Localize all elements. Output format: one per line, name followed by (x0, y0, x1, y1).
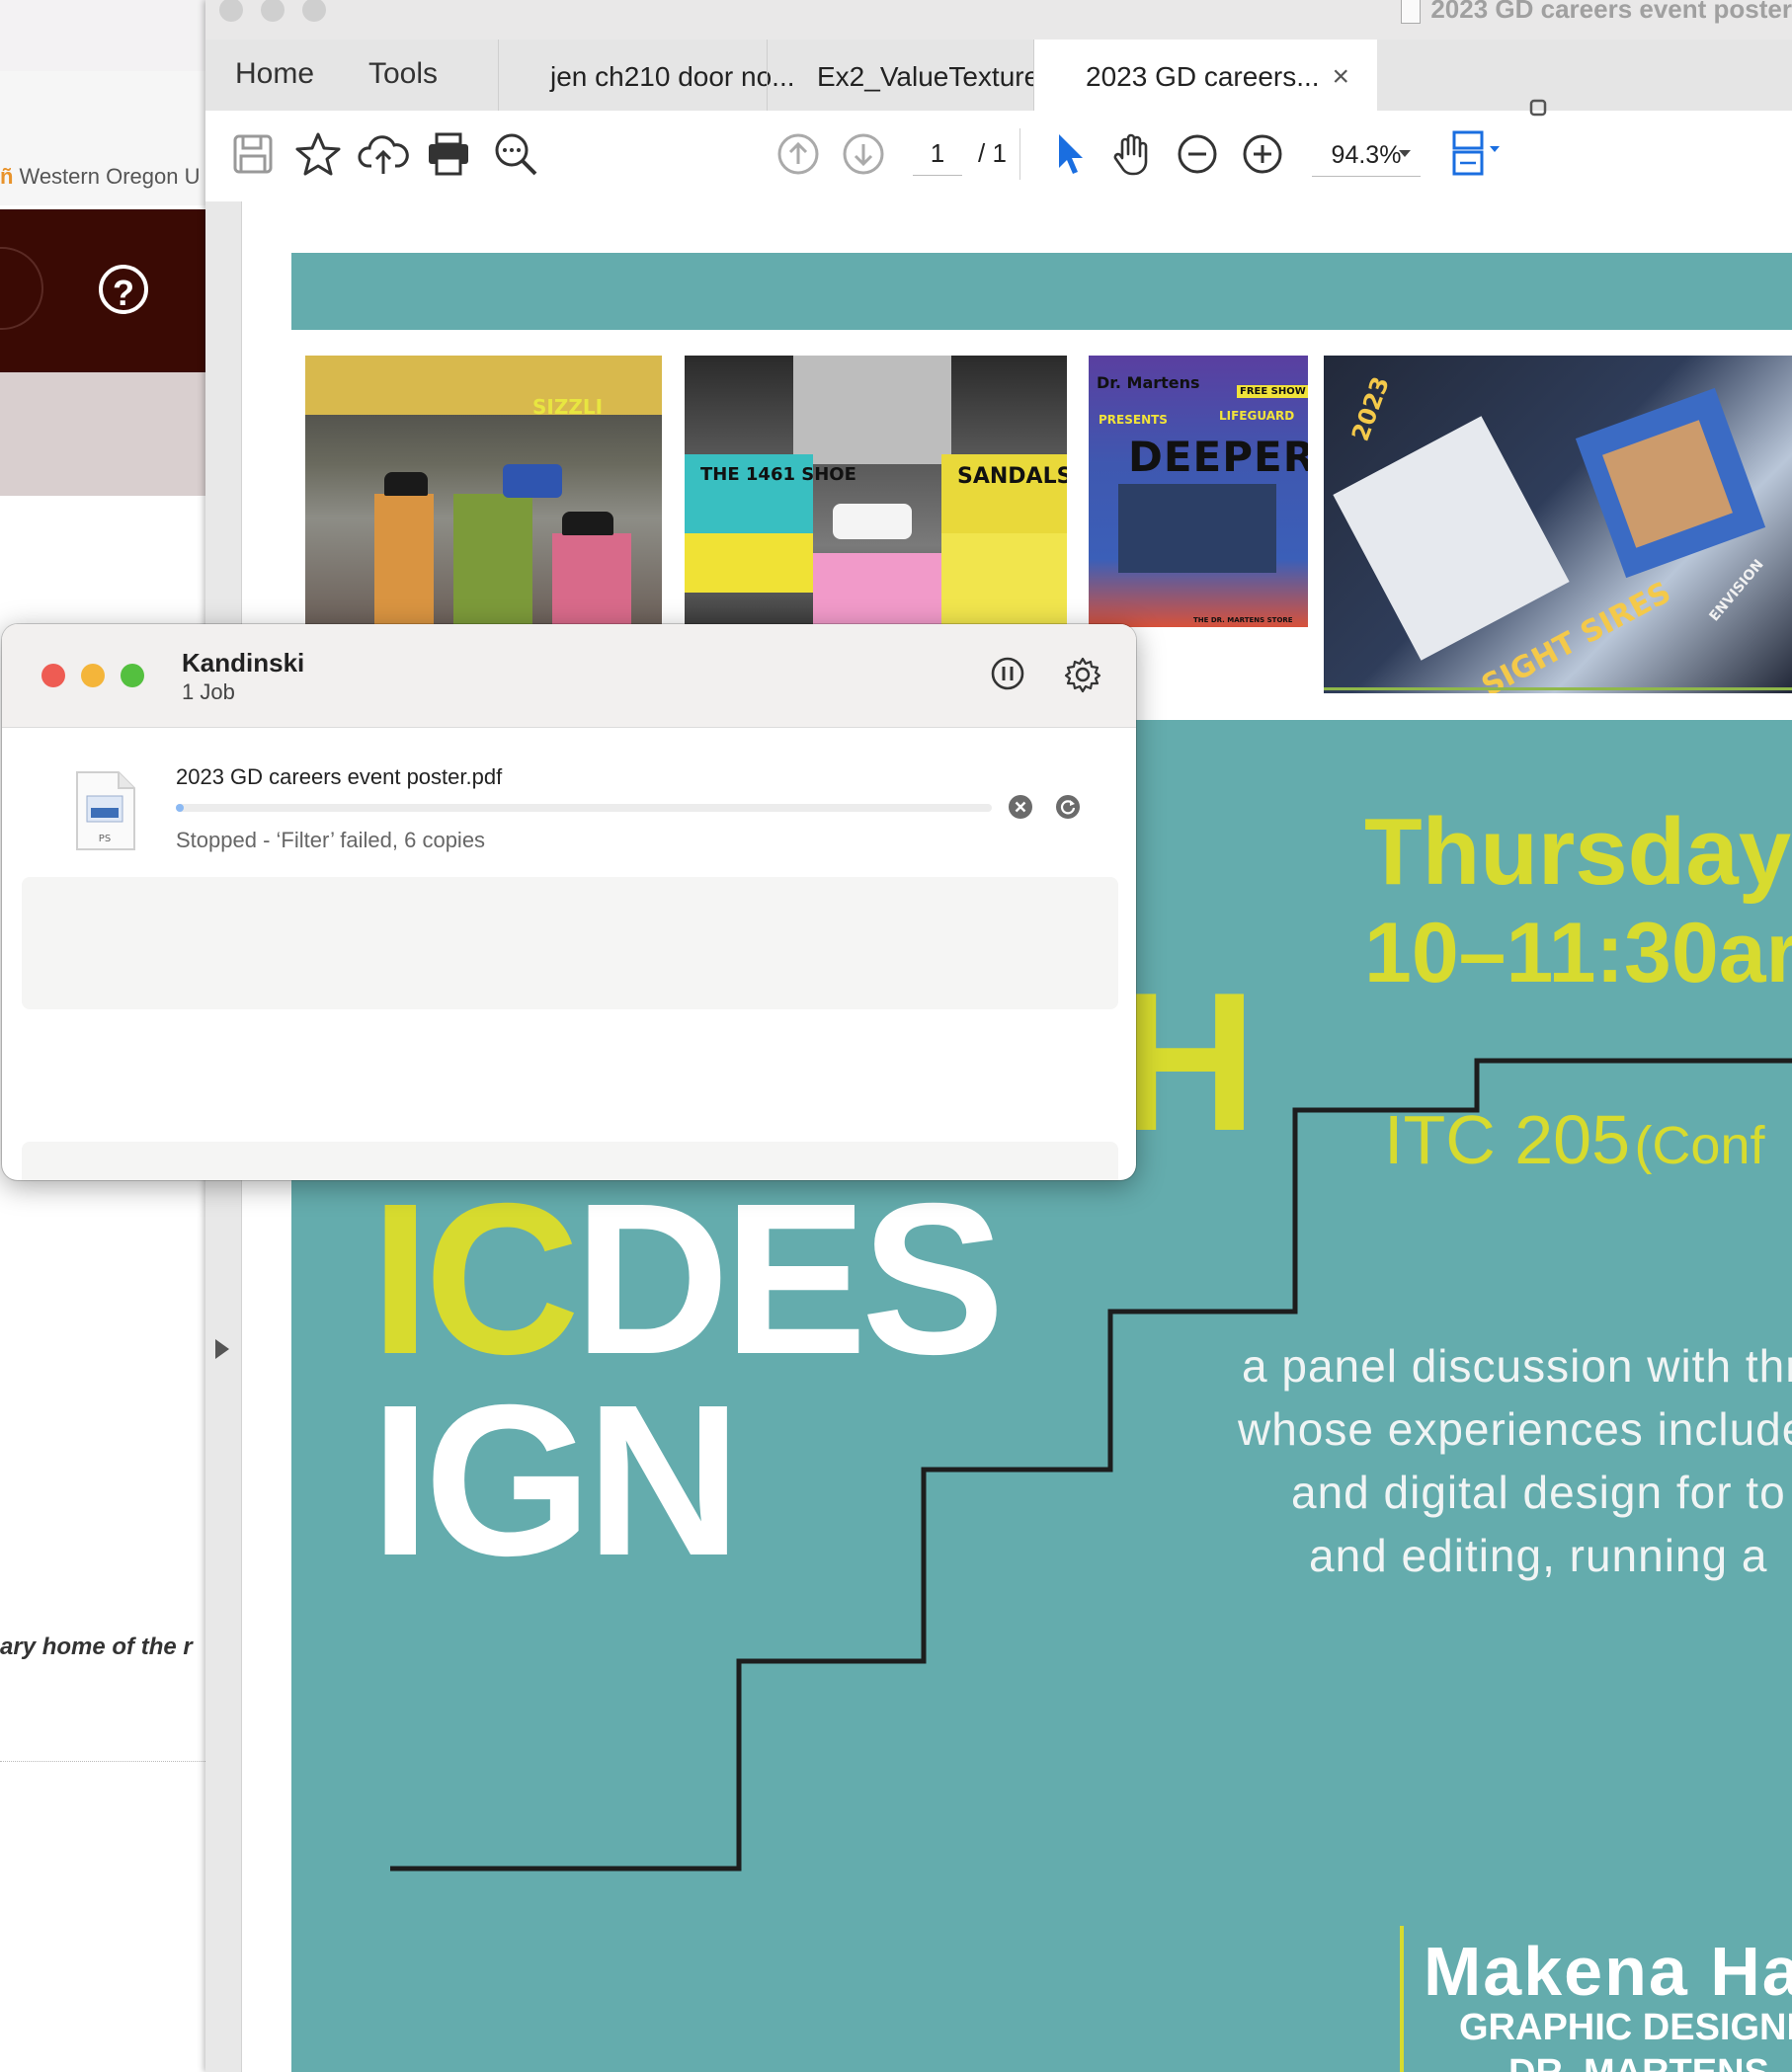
printer-name: Kandinski (182, 648, 305, 677)
tab-ex2-valuetexture[interactable]: Ex2_ValueTexture.... (767, 40, 1070, 111)
job-list-empty-row (22, 877, 1118, 1009)
poster-word-icdes: ICDES (370, 1171, 1005, 1389)
file-type-label: PS (99, 834, 111, 844)
poster-speaker-org: DR. MARTENS (1508, 2052, 1769, 2072)
print-icon[interactable] (423, 128, 474, 180)
postscript-file-icon: PS (76, 771, 135, 850)
tab-close-icon[interactable]: × (1332, 40, 1349, 115)
pause-printer-icon[interactable] (990, 656, 1025, 691)
poster-speaker-role: GRAPHIC DESIGNER (1459, 2007, 1792, 2048)
tab-jen-ch210[interactable]: jen ch210 door no... (498, 40, 795, 111)
poster-day: Thursday (1364, 799, 1792, 905)
zoom-dropdown-icon[interactable] (1397, 146, 1413, 162)
page-total: / 1 (978, 138, 1007, 168)
window-zoom-button[interactable] (121, 664, 144, 687)
site-italic-text: ary home of the r (0, 1634, 193, 1660)
print-queue-header (2, 624, 1136, 728)
poster-time: 10–11:30ar (1364, 906, 1792, 1000)
window-close-button[interactable] (41, 664, 65, 687)
poster-room: ITC 205 (Conf (1384, 1100, 1765, 1179)
star-icon[interactable] (292, 128, 344, 180)
zoom-out-icon[interactable] (1172, 128, 1223, 180)
job-list-empty-row (22, 1142, 1118, 1180)
poster-room-number: ITC 205 (1384, 1101, 1630, 1178)
tab-2023-gd-careers[interactable]: 2023 GD careers... × (1033, 40, 1377, 111)
zoom-in-icon[interactable] (1237, 128, 1288, 180)
previous-page-icon[interactable] (773, 128, 824, 180)
site-divider (0, 1761, 207, 1762)
job-count: 1 Job (182, 679, 235, 704)
job-status: Stopped - ‘Filter’ failed, 6 copies (176, 828, 486, 852)
toolbar-divider (1019, 128, 1020, 180)
hand-tool-icon[interactable] (1106, 128, 1158, 180)
bookmark-western-oregon[interactable]: ñ Western Oregon U (0, 164, 200, 190)
site-gray-band (0, 372, 207, 496)
job-progress-fill (176, 804, 185, 812)
poster-desc-line: and editing, running a (1309, 1530, 1768, 1581)
poster-speaker-name: Makena Harris Bo (1424, 1933, 1792, 2010)
poster-word-ign: IGN (370, 1361, 742, 1601)
help-icon[interactable]: ? (99, 265, 148, 314)
cancel-job-icon[interactable] (1008, 794, 1033, 820)
nav-tools[interactable]: Tools (368, 57, 438, 91)
resume-job-icon[interactable] (1055, 794, 1081, 820)
expand-left-panel-icon[interactable] (215, 1339, 229, 1359)
poster-desc-line: a panel discussion with thre (1242, 1340, 1792, 1392)
select-cursor-icon[interactable] (1043, 128, 1095, 180)
page-number-input[interactable]: 1 (913, 138, 962, 176)
poster-desc-line: whose experiences include (1238, 1403, 1792, 1455)
gear-icon[interactable] (1064, 656, 1101, 693)
nav-home[interactable]: Home (235, 57, 314, 91)
more-tools-icon[interactable] (1527, 97, 1549, 119)
job-progress-bar (176, 804, 992, 812)
poster-desc-line: and digital design for to (1291, 1467, 1786, 1518)
save-icon[interactable] (227, 128, 279, 180)
find-text-icon[interactable] (490, 128, 541, 180)
favicon-icon: ñ (0, 164, 14, 189)
print-queue-window: Kandinski 1 Job PS 2023 GD careers event… (2, 624, 1136, 1180)
fit-page-icon[interactable] (1448, 128, 1511, 180)
window-minimize-button[interactable] (81, 664, 105, 687)
window-title: 2023 GD careers event poster (1401, 0, 1792, 25)
browser-top-area (0, 0, 207, 72)
job-filename: 2023 GD careers event poster.pdf (176, 764, 503, 789)
cloud-upload-icon[interactable] (358, 128, 409, 180)
next-page-icon[interactable] (838, 128, 889, 180)
poster-room-extra: (Conf (1634, 1116, 1765, 1175)
pdf-file-icon (1401, 0, 1422, 25)
